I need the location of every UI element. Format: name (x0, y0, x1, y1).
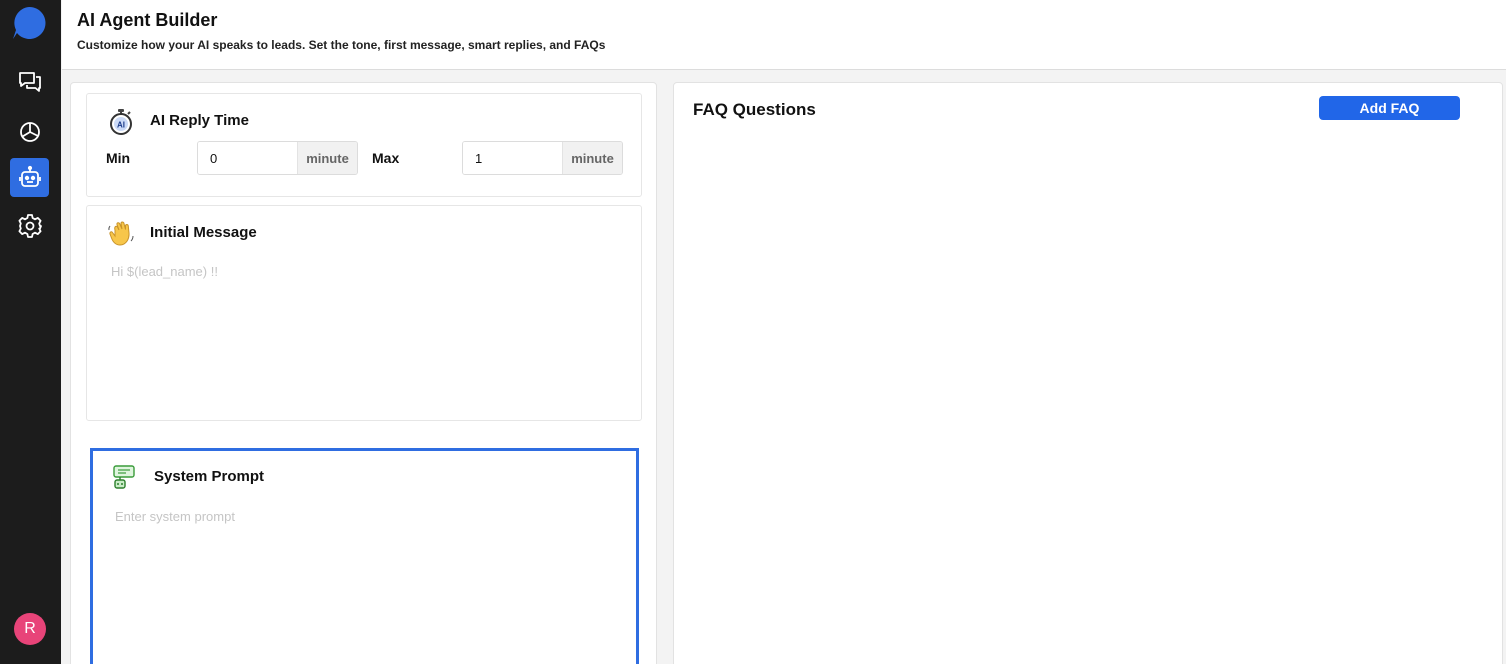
max-label: Max (372, 150, 400, 166)
avatar-initial: R (24, 620, 36, 637)
app-logo-icon[interactable] (12, 6, 46, 40)
ai-stopwatch-icon: AI (110, 109, 132, 135)
user-avatar[interactable]: R (14, 613, 46, 645)
gear-icon (18, 213, 42, 238)
min-reply-time-group: minute (197, 141, 358, 175)
svg-text:AI: AI (117, 121, 125, 130)
robot-chat-icon (113, 465, 135, 489)
system-prompt-card: System Prompt (90, 448, 639, 664)
sidebar-item-ai-agent[interactable] (10, 158, 49, 197)
robot-icon (18, 165, 41, 187)
sidebar: R (0, 0, 61, 664)
page-title: AI Agent Builder (77, 10, 218, 30)
pie-chart-icon (19, 121, 40, 142)
chat-bubbles-icon (18, 71, 41, 92)
agent-settings-panel: AI AI Reply Time Min minute Max minute I… (70, 82, 657, 664)
reply-time-title: AI Reply Time (150, 112, 249, 129)
page-subtitle: Customize how your AI speaks to leads. S… (77, 38, 606, 52)
faq-title: FAQ Questions (693, 100, 816, 119)
max-reply-time-input[interactable] (463, 142, 562, 174)
add-faq-button[interactable]: Add FAQ (1319, 96, 1460, 120)
initial-message-card: Initial Message (86, 205, 642, 421)
sidebar-item-analytics[interactable] (10, 111, 49, 150)
initial-message-textarea[interactable] (111, 264, 621, 404)
page-header: AI Agent Builder Customize how your AI s… (62, 0, 1506, 70)
max-reply-time-group: minute (462, 141, 623, 175)
system-prompt-title: System Prompt (154, 468, 265, 485)
min-reply-time-input[interactable] (198, 142, 297, 174)
min-label: Min (106, 150, 131, 166)
faq-panel: FAQ Questions Add FAQ (673, 82, 1503, 664)
sidebar-item-settings[interactable] (10, 206, 49, 245)
system-prompt-textarea[interactable] (115, 509, 615, 659)
min-unit-label: minute (297, 142, 357, 174)
initial-message-title: Initial Message (150, 224, 257, 241)
reply-time-card: AI AI Reply Time Min minute Max minute (86, 93, 642, 197)
waving-hand-icon (108, 221, 134, 246)
sidebar-item-conversations[interactable] (10, 62, 49, 101)
max-unit-label: minute (562, 142, 622, 174)
